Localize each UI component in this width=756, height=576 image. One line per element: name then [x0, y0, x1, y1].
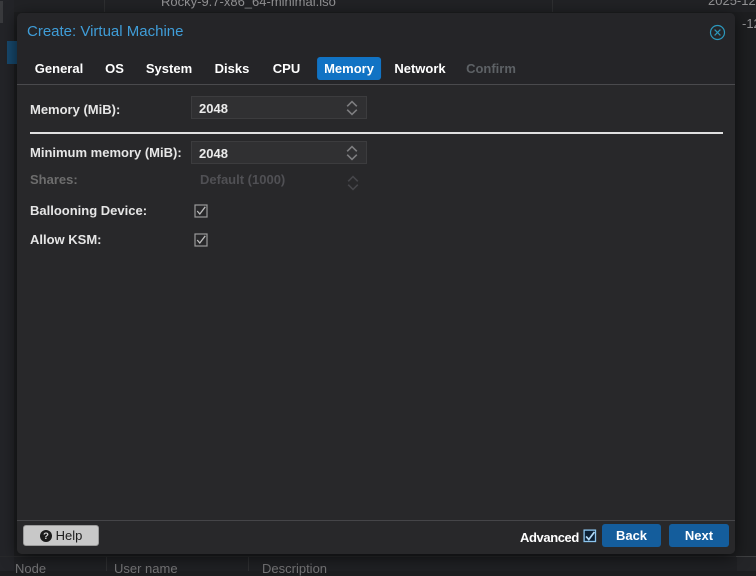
svg-text:?: ? — [43, 531, 49, 542]
